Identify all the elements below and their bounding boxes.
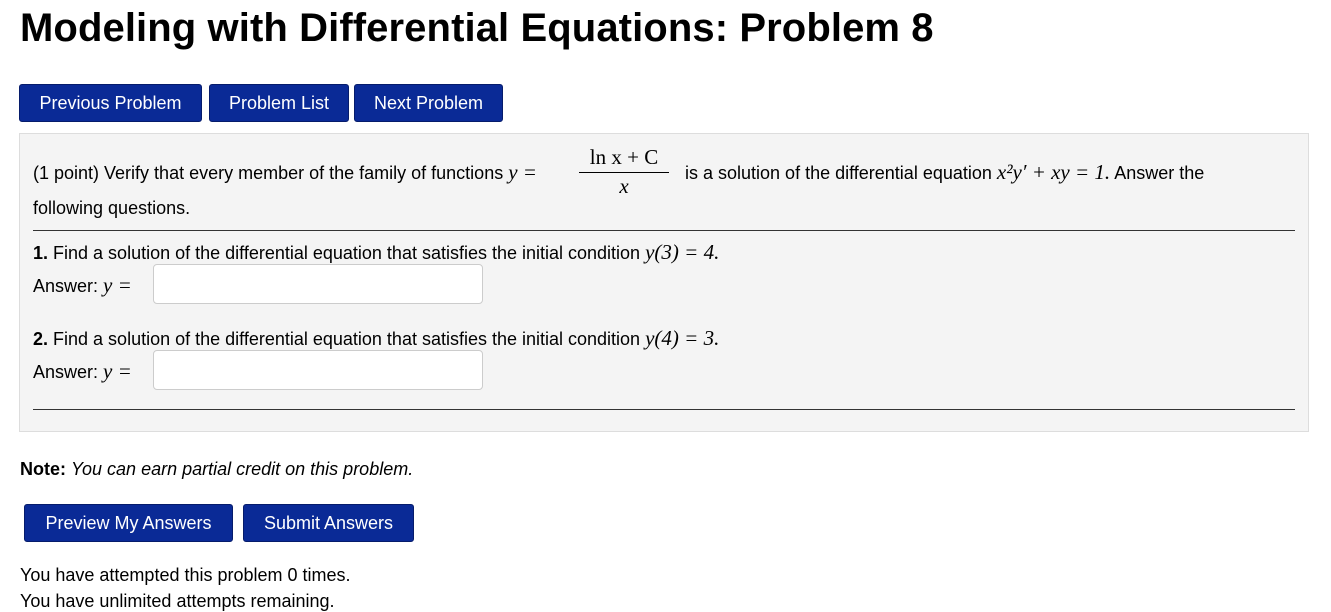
intro-suffix: Answer the	[1114, 163, 1205, 183]
family-fraction: ln x + C x	[579, 144, 669, 199]
problem-intro-line2: following questions.	[33, 198, 191, 218]
answer-1-input[interactable]	[153, 264, 483, 304]
intro-mid: is a solution of the differential equati…	[685, 163, 992, 183]
answer-1-label: Answer: y =	[33, 273, 132, 298]
divider-top	[33, 230, 1295, 231]
question-2-number: 2.	[33, 329, 49, 349]
previous-problem-button[interactable]: Previous Problem	[19, 84, 202, 122]
question-2: 2. Find a solution of the differential e…	[33, 326, 719, 351]
differential-equation: x²y′ + xy = 1.	[996, 160, 1111, 184]
question-2-condition: y(4) = 3.	[645, 326, 720, 350]
question-1-number: 1.	[33, 243, 49, 263]
question-1-text: Find a solution of the differential equa…	[53, 243, 641, 263]
answer-1-label-text: Answer:	[33, 276, 99, 296]
fraction-denominator: x	[619, 174, 629, 198]
answer-1-var: y =	[103, 273, 132, 297]
intro-prefix: (1 point) Verify that every member of th…	[33, 163, 504, 183]
answer-2-var: y =	[103, 359, 132, 383]
answer-2-label: Answer: y =	[33, 359, 132, 384]
answer-2-label-text: Answer:	[33, 362, 99, 382]
intro-y-equals: y =	[508, 160, 537, 184]
fraction-numerator: ln x + C	[589, 145, 659, 169]
question-1-condition: y(3) = 4.	[645, 240, 720, 264]
remaining-status: You have unlimited attempts remaining.	[20, 591, 335, 611]
attempts-status: You have attempted this problem 0 times.	[20, 565, 351, 585]
note-text: You can earn partial credit on this prob…	[71, 459, 414, 479]
problem-list-button[interactable]: Problem List	[209, 84, 349, 122]
next-problem-button[interactable]: Next Problem	[354, 84, 503, 122]
answer-2-input[interactable]	[153, 350, 483, 390]
divider-bottom	[33, 409, 1295, 410]
question-2-text: Find a solution of the differential equa…	[53, 329, 641, 349]
preview-answers-button[interactable]: Preview My Answers	[24, 504, 233, 542]
problem-intro-line1: (1 point) Verify that every member of th…	[33, 154, 537, 191]
page-title: Modeling with Differential Equations: Pr…	[20, 6, 934, 50]
problem-intro-line1-rest: is a solution of the differential equati…	[685, 154, 1204, 191]
submit-answers-button[interactable]: Submit Answers	[243, 504, 414, 542]
problem-panel: (1 point) Verify that every member of th…	[19, 133, 1309, 432]
question-1: 1. Find a solution of the differential e…	[33, 240, 719, 265]
note-label: Note:	[20, 459, 66, 479]
partial-credit-note: Note: You can earn partial credit on thi…	[20, 459, 413, 480]
